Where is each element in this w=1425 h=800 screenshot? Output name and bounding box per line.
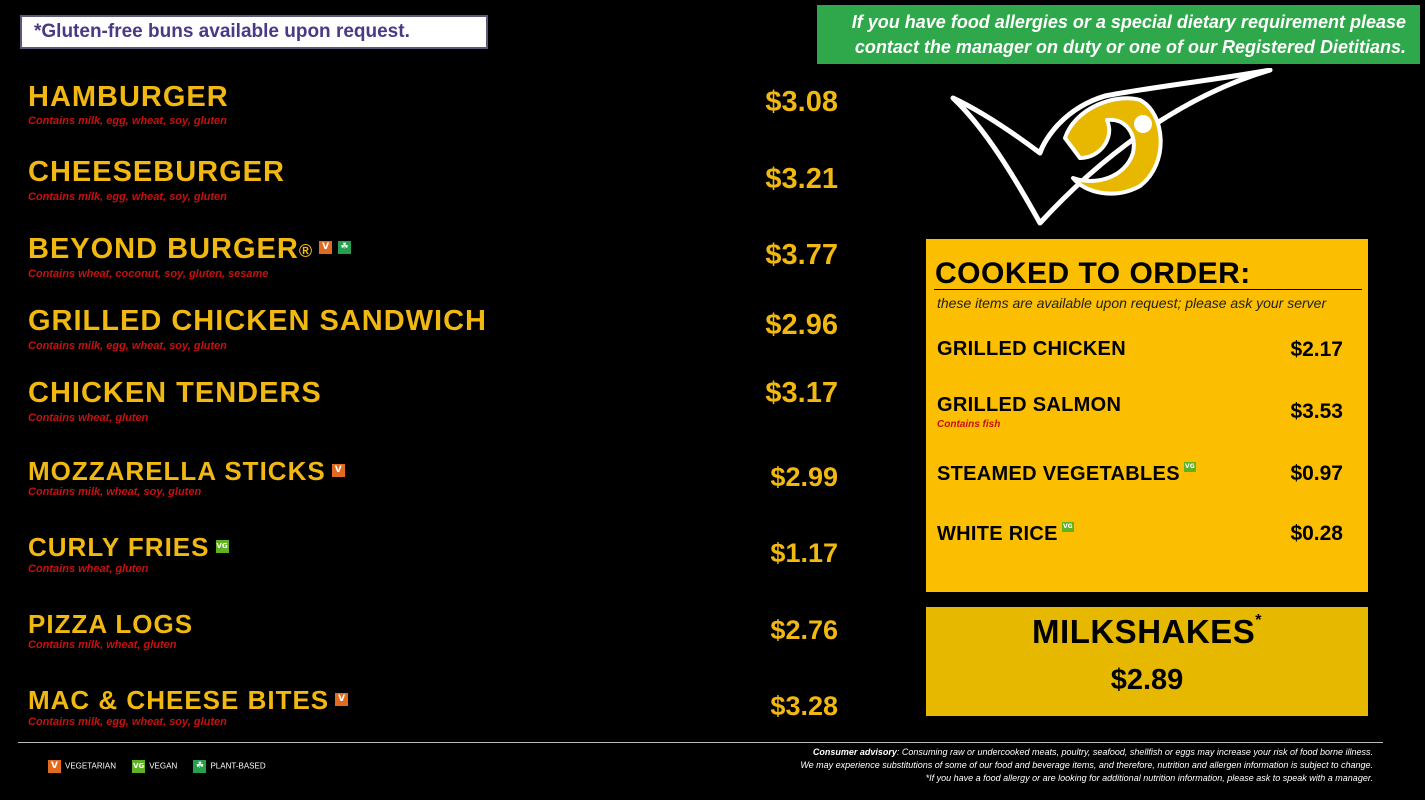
menu-item-name: PIZZA LOGS	[28, 609, 194, 639]
menu-item-price: $2.99	[770, 462, 838, 492]
menu-item-name: BEYOND BURGER® V ☘	[28, 232, 352, 266]
menu-item-allergens: Contains wheat, gluten	[28, 412, 149, 424]
vegetarian-badge-icon: V	[319, 240, 333, 254]
menu-item-allergens: Contains milk, egg, wheat, soy, gluten	[28, 716, 227, 728]
menu-item-name: CHEESEBURGER	[28, 156, 285, 188]
allergy-notice: If you have food allergies or a special …	[817, 5, 1420, 64]
menu-item-name-text: BEYOND BURGER	[28, 233, 299, 265]
vegan-badge-icon: VG	[1183, 461, 1196, 472]
menu-item-price: $3.28	[770, 691, 838, 721]
menu-item-name: CHICKEN TENDERS	[28, 377, 322, 409]
menu-item-price: $1.17	[770, 538, 838, 568]
cto-item-name-text: STEAMED VEGETABLES	[937, 463, 1180, 485]
vegetarian-badge-icon: V	[335, 692, 349, 706]
legend-vegan: VG VEGAN	[132, 760, 177, 773]
divider	[18, 742, 1383, 743]
divider	[934, 289, 1362, 290]
cto-item-allergens: Contains fish	[937, 419, 1001, 430]
dietary-legend: V VEGETARIAN VG VEGAN ☘ PLANT-BASED	[48, 760, 280, 773]
legend-label: VEGETARIAN	[65, 761, 116, 771]
allergy-notice-line-1: If you have food allergies or a special …	[851, 12, 1406, 32]
cooked-to-order-panel: COOKED TO ORDER: these items are availab…	[926, 239, 1368, 592]
vegetarian-badge-icon: V	[48, 760, 61, 773]
consumer-advisory: Consumer advisory: Consuming raw or unde…	[800, 746, 1373, 785]
cooked-to-order-subtitle: these items are available upon request; …	[937, 295, 1327, 311]
menu-item-name-text: MAC & CHEESE BITES	[28, 685, 330, 715]
milkshakes-title: MILKSHAKES*	[926, 612, 1368, 651]
vegetarian-badge-icon: V	[331, 463, 345, 477]
advisory-line-1-text: : Consuming raw or undercooked meats, po…	[896, 747, 1373, 757]
cto-item-name-text: WHITE RICE	[937, 523, 1058, 545]
cto-item-price: $3.53	[1290, 400, 1343, 423]
menu-item-allergens: Contains milk, egg, wheat, soy, gluten	[28, 115, 227, 127]
menu-item-name-text: CURLY FRIES	[28, 532, 210, 562]
milkshakes-asterisk: *	[1255, 612, 1262, 629]
advisory-line-1: Consumer advisory: Consuming raw or unde…	[800, 746, 1373, 759]
advisory-lead: Consumer advisory	[812, 747, 897, 757]
menu-item-allergens: Contains milk, egg, wheat, soy, gluten	[28, 191, 227, 203]
menu-item-allergens: Contains milk, wheat, gluten	[28, 639, 177, 651]
menu-item-allergens: Contains wheat, coconut, soy, gluten, se…	[28, 268, 269, 280]
milkshakes-title-text: MILKSHAKES	[1032, 613, 1256, 650]
menu-item-allergens: Contains wheat, gluten	[28, 563, 149, 575]
menu-item-name: GRILLED CHICKEN SANDWICH	[28, 305, 487, 337]
legend-vegetarian: V VEGETARIAN	[48, 760, 116, 773]
owl-eye-logo	[950, 68, 1273, 226]
menu-item-name: HAMBURGER	[28, 81, 229, 113]
menu-item-name: MOZZARELLA STICKS V	[28, 454, 345, 488]
advisory-line-2: We may experience substitutions of some …	[800, 760, 1373, 770]
vegan-badge-icon: VG	[1061, 521, 1074, 532]
cto-item-name: GRILLED SALMON	[937, 394, 1122, 416]
menu-item-name: CURLY FRIES VG	[28, 530, 229, 564]
legend-plant-based: ☘ PLANT-BASED	[193, 760, 266, 773]
menu-item-name-text: MOZZARELLA STICKS	[28, 456, 326, 486]
menu-item-price: $2.76	[770, 615, 838, 645]
advisory-line-3: *If you have a food allergy or are looki…	[925, 773, 1373, 783]
milkshakes-panel: MILKSHAKES* $2.89	[926, 607, 1368, 716]
legend-label: VEGAN	[149, 761, 178, 771]
menu-item-price: $3.21	[765, 163, 838, 195]
menu-item-allergens: Contains milk, egg, wheat, soy, gluten	[28, 340, 227, 352]
plant-based-badge-icon: ☘	[193, 760, 207, 773]
menu-item-price: $2.96	[765, 309, 838, 341]
menu-item-price: $3.77	[765, 239, 838, 271]
registered-mark: ®	[298, 241, 314, 261]
milkshakes-price: $2.89	[1110, 664, 1184, 696]
cooked-to-order-title: COOKED TO ORDER:	[935, 257, 1251, 290]
vegan-badge-icon: VG	[132, 760, 146, 773]
plant-based-badge-icon: ☘	[338, 240, 352, 254]
cto-item-name: STEAMED VEGETABLES VG	[937, 461, 1196, 486]
menu-item-allergens: Contains milk, wheat, soy, gluten	[28, 486, 202, 498]
cto-item-price: $2.17	[1290, 338, 1343, 361]
cto-item-name: WHITE RICE VG	[937, 521, 1074, 546]
gluten-free-note: *Gluten-free buns available upon request…	[20, 15, 488, 49]
legend-label: PLANT-BASED	[210, 761, 266, 771]
vegan-badge-icon: VG	[215, 539, 229, 553]
cto-item-name: GRILLED CHICKEN	[937, 338, 1126, 360]
menu-item-name: MAC & CHEESE BITES V	[28, 683, 349, 717]
menu-item-price: $3.17	[765, 377, 838, 409]
cto-item-price: $0.28	[1290, 522, 1343, 545]
allergy-notice-line-2: contact the manager on duty or one of ou…	[854, 37, 1406, 57]
cto-item-price: $0.97	[1290, 462, 1343, 485]
menu-item-price: $3.08	[765, 86, 838, 118]
